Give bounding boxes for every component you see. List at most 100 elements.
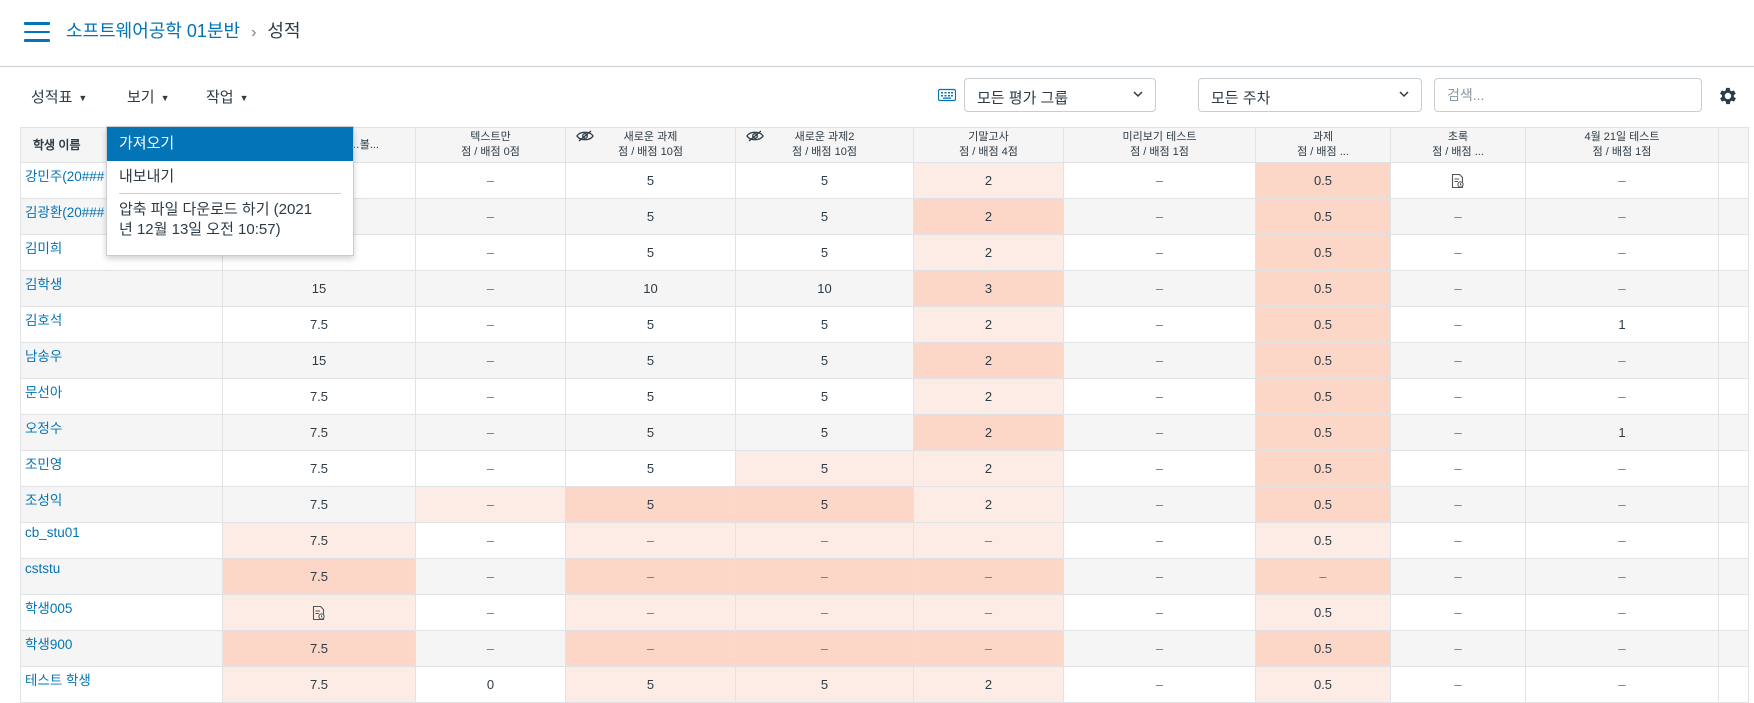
grade-cell[interactable]: 0.5 xyxy=(1255,234,1391,271)
grade-cell[interactable]: – xyxy=(415,558,566,595)
grade-cell[interactable]: 7.5 xyxy=(222,414,416,451)
grade-cell[interactable]: – xyxy=(1390,666,1526,703)
grade-cell[interactable]: – xyxy=(735,630,914,667)
grade-cell[interactable]: – xyxy=(1525,234,1719,271)
grade-cell[interactable]: – xyxy=(565,630,736,667)
grade-cell[interactable]: 7.5 xyxy=(222,630,416,667)
grade-cell[interactable]: 5 xyxy=(565,414,736,451)
grade-cell[interactable]: 0.5 xyxy=(1255,450,1391,487)
grade-cell[interactable]: 5 xyxy=(565,342,736,379)
grade-cell[interactable]: 2 xyxy=(913,342,1064,379)
grade-cell[interactable]: – xyxy=(1525,450,1719,487)
student-name-link[interactable]: 학생005 xyxy=(20,594,223,631)
actions-menu-button[interactable]: 작업 ▼ xyxy=(206,86,249,107)
grade-cell[interactable]: 7.5 xyxy=(222,306,416,343)
grade-cell[interactable]: – xyxy=(415,270,566,307)
grade-cell[interactable]: 5 xyxy=(735,378,914,415)
keyboard-icon[interactable] xyxy=(938,88,956,102)
grade-cell[interactable] xyxy=(1390,162,1526,199)
grade-cell[interactable]: – xyxy=(1525,630,1719,667)
student-name-link[interactable]: cb_stu01 xyxy=(20,522,223,559)
grade-cell[interactable]: 0.5 xyxy=(1255,486,1391,523)
group-filter-select[interactable]: 모든 평가 그룹 xyxy=(964,78,1156,112)
grade-cell[interactable]: 0.5 xyxy=(1255,270,1391,307)
grade-cell[interactable]: – xyxy=(1390,522,1526,559)
column-header[interactable]: 미리보기 테스트 점 / 배점 1점 xyxy=(1063,127,1256,163)
grade-cell[interactable]: – xyxy=(415,594,566,631)
grade-cell[interactable]: – xyxy=(735,558,914,595)
grade-cell[interactable]: 2 xyxy=(913,198,1064,235)
period-filter-select[interactable]: 모든 주차 xyxy=(1198,78,1422,112)
grade-cell[interactable]: 5 xyxy=(565,666,736,703)
grade-cell[interactable]: – xyxy=(1390,342,1526,379)
grade-cell[interactable]: – xyxy=(1390,198,1526,235)
student-name-link[interactable]: 조성익 xyxy=(20,486,223,523)
grade-cell[interactable]: – xyxy=(415,198,566,235)
grade-cell[interactable]: 5 xyxy=(565,198,736,235)
grade-cell[interactable]: – xyxy=(1390,558,1526,595)
grade-cell[interactable]: 7.5 xyxy=(222,666,416,703)
grade-cell[interactable]: 5 xyxy=(565,450,736,487)
grade-cell[interactable]: 10 xyxy=(735,270,914,307)
grade-cell[interactable]: – xyxy=(1390,270,1526,307)
grade-cell[interactable]: – xyxy=(735,522,914,559)
grade-cell[interactable]: – xyxy=(1255,558,1391,595)
grade-cell[interactable]: – xyxy=(913,522,1064,559)
grade-cell[interactable]: 7.5 xyxy=(222,522,416,559)
grade-cell[interactable]: – xyxy=(1390,378,1526,415)
grade-cell[interactable]: – xyxy=(1063,414,1256,451)
grade-cell[interactable]: – xyxy=(1063,630,1256,667)
grade-cell[interactable]: 2 xyxy=(913,666,1064,703)
grade-cell[interactable]: – xyxy=(1063,306,1256,343)
grade-cell[interactable]: 5 xyxy=(735,306,914,343)
grade-cell[interactable]: – xyxy=(913,594,1064,631)
grade-cell[interactable]: 2 xyxy=(913,162,1064,199)
grade-cell[interactable]: – xyxy=(565,522,736,559)
student-name-link[interactable]: 남송우 xyxy=(20,342,223,379)
grade-cell[interactable]: – xyxy=(1063,162,1256,199)
grade-cell[interactable]: 0.5 xyxy=(1255,414,1391,451)
breadcrumb-course-link[interactable]: 소프트웨어공학 01분반 xyxy=(66,21,240,41)
grade-cell[interactable]: 3 xyxy=(913,270,1064,307)
grade-cell[interactable]: – xyxy=(1390,234,1526,271)
grade-cell[interactable]: 2 xyxy=(913,450,1064,487)
grade-cell[interactable]: – xyxy=(1525,198,1719,235)
grade-cell[interactable]: 0.5 xyxy=(1255,522,1391,559)
grade-cell[interactable]: 5 xyxy=(735,450,914,487)
grade-cell[interactable]: 7.5 xyxy=(222,486,416,523)
grade-cell[interactable]: – xyxy=(1525,486,1719,523)
grade-cell[interactable]: – xyxy=(1063,270,1256,307)
menu-item-export[interactable]: 내보내기 xyxy=(107,161,353,193)
grade-cell[interactable]: – xyxy=(415,414,566,451)
grade-cell[interactable]: 0 xyxy=(415,666,566,703)
grade-cell[interactable]: – xyxy=(1390,306,1526,343)
grade-cell[interactable]: 5 xyxy=(565,234,736,271)
grade-cell[interactable]: – xyxy=(1525,522,1719,559)
grade-cell[interactable]: 5 xyxy=(565,306,736,343)
grade-cell[interactable]: – xyxy=(1063,666,1256,703)
grade-cell[interactable] xyxy=(222,594,416,631)
grade-cell[interactable]: – xyxy=(1063,522,1256,559)
grade-cell[interactable]: – xyxy=(1525,378,1719,415)
column-header[interactable]: 과제 점 / 배점 ... xyxy=(1255,127,1391,163)
grade-cell[interactable]: – xyxy=(415,162,566,199)
grade-cell[interactable]: – xyxy=(1390,414,1526,451)
gradebook-menu-button[interactable]: 성적표 ▼ xyxy=(31,86,87,107)
student-name-link[interactable]: 조민영 xyxy=(20,450,223,487)
grade-cell[interactable]: 5 xyxy=(735,162,914,199)
grade-cell[interactable]: 10 xyxy=(565,270,736,307)
grade-cell[interactable]: – xyxy=(415,342,566,379)
menu-item-import[interactable]: 가져오기 xyxy=(107,127,353,161)
grade-cell[interactable]: – xyxy=(1063,450,1256,487)
grade-cell[interactable]: 2 xyxy=(913,486,1064,523)
grade-cell[interactable]: – xyxy=(1390,450,1526,487)
grade-cell[interactable]: 5 xyxy=(565,162,736,199)
menu-item-download-zip[interactable]: 압축 파일 다운로드 하기 (2021 년 12월 13일 오전 10:57) xyxy=(107,200,353,240)
grade-cell[interactable]: – xyxy=(565,558,736,595)
grade-cell[interactable]: 2 xyxy=(913,414,1064,451)
grade-cell[interactable]: 0.5 xyxy=(1255,162,1391,199)
grade-cell[interactable]: – xyxy=(1525,594,1719,631)
grade-cell[interactable]: – xyxy=(1390,630,1526,667)
hamburger-menu-icon[interactable] xyxy=(24,22,50,42)
grade-cell[interactable]: 15 xyxy=(222,270,416,307)
